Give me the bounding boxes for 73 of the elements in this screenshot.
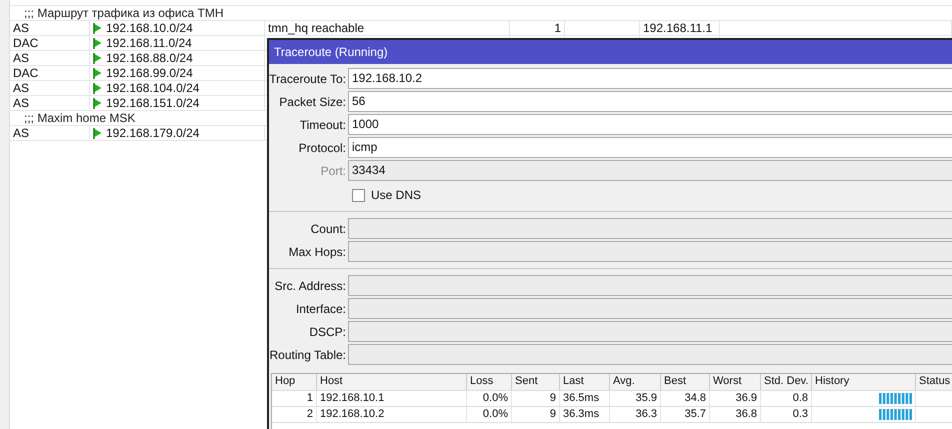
column-header[interactable]: Status (916, 374, 952, 390)
table-cell: 1 (554, 21, 561, 35)
table-cell: 192.168.104.0/24 (106, 81, 200, 95)
table-cell: 36.9 (710, 391, 761, 406)
field-label: Count: (310, 222, 347, 236)
table-cell: 192.168.99.0/24 (106, 66, 193, 80)
column-header[interactable]: Best (661, 374, 710, 390)
history-bars-icon (879, 409, 913, 420)
table-cell: tmn_hq reachable (268, 21, 364, 35)
table-cell: 36.8 (710, 407, 761, 422)
input-field[interactable]: 56 (348, 91, 952, 112)
flag-icon (93, 68, 102, 78)
field-label: Port: (320, 164, 347, 178)
table-cell: 192.168.179.0/24 (106, 126, 200, 140)
field-label: Src. Address: (274, 278, 347, 292)
field-label: Traceroute To: (269, 72, 347, 86)
table-cell: 35.7 (661, 407, 710, 422)
table-cell: DAC (10, 36, 90, 50)
table-cell: DAC (10, 66, 90, 80)
table-cell: 2 (272, 407, 317, 422)
table-cell: 192.168.151.0/24 (106, 96, 200, 110)
field-label: Protocol: (298, 140, 347, 154)
table-cell: 0.3 (761, 407, 812, 422)
field-label: Routing Table: (269, 348, 347, 362)
column-header[interactable]: Hop (272, 374, 317, 390)
column-header[interactable]: Last (560, 374, 610, 390)
table-cell: 35.9 (610, 391, 661, 406)
field-label: Interface: (294, 302, 347, 316)
table-cell: 192.168.10.0/24 (106, 21, 193, 35)
column-header[interactable]: Loss (467, 374, 512, 390)
table-cell: 36.3ms (560, 407, 610, 422)
column-header[interactable]: Worst (710, 374, 761, 390)
table-cell: 192.168.88.0/24 (106, 51, 193, 65)
table-cell: AS (10, 81, 90, 95)
flag-icon (93, 98, 102, 108)
table-cell: 192.168.11.1 (643, 21, 712, 35)
table-cell: 192.168.10.2 (317, 407, 467, 422)
flag-icon (93, 52, 102, 64)
table-cell: AS (10, 96, 90, 110)
column-header[interactable]: History (812, 374, 916, 390)
table-cell: 192.168.10.1 (317, 391, 467, 406)
table-cell: AS (10, 21, 90, 35)
field-label: DSCP: (308, 324, 347, 338)
field-label: Max Hops: (288, 244, 347, 258)
column-header[interactable]: Host (317, 374, 467, 390)
table-cell: 0.0% (467, 407, 512, 422)
table-cell: 34.8 (661, 391, 710, 406)
table-cell: AS (10, 126, 90, 140)
checkbox-label: Use DNS (371, 188, 422, 202)
table-cell: 0.8 (761, 391, 812, 406)
field-label: Packet Size: (278, 94, 347, 108)
window-title: Traceroute (Running) (269, 40, 952, 64)
column-header[interactable]: Sent (512, 374, 560, 390)
flag-icon (93, 82, 102, 94)
input-field[interactable]: icmp (348, 137, 952, 158)
table-cell: 9 (512, 407, 560, 422)
checkbox[interactable] (352, 188, 365, 202)
column-header[interactable]: Std. Dev. (761, 374, 812, 390)
column-header[interactable]: Avg. (610, 374, 661, 390)
flag-icon (93, 22, 102, 34)
table-cell: 9 (512, 391, 560, 406)
table-cell: 36.5ms (560, 391, 610, 406)
input-field[interactable]: 192.168.10.2 (348, 68, 952, 89)
table-cell: 1 (272, 391, 317, 406)
flag-icon (93, 38, 102, 48)
table-cell: AS (10, 51, 90, 65)
flag-icon (93, 128, 102, 138)
route-comment: ;;; Маршрут трафика из офиса ТМН (10, 6, 952, 21)
history-bars-icon (879, 393, 913, 404)
input-field[interactable]: 1000 (348, 114, 952, 135)
table-cell: 36.3 (610, 407, 661, 422)
table-cell: 192.168.11.0/24 (106, 36, 192, 50)
table-cell: 0.0% (467, 391, 512, 406)
